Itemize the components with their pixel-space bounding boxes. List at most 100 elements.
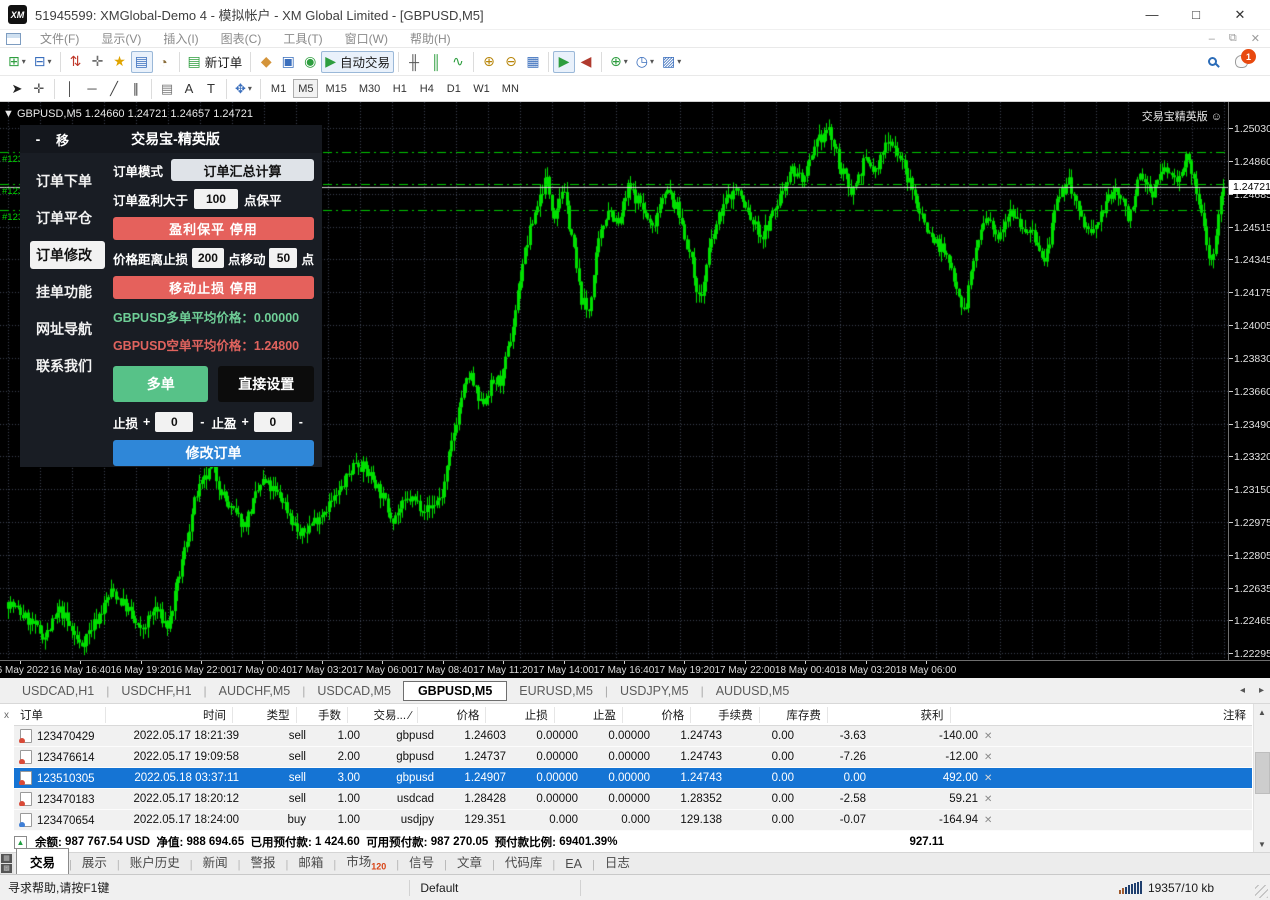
bar-chart-icon[interactable]: ╫ [403, 51, 425, 73]
table-row[interactable]: 1235103052022.05.18 03:37:11sell3.00gbpu… [14, 768, 1252, 789]
trendline-icon[interactable]: ╱ [103, 78, 125, 100]
ea-sidebar-item-0[interactable]: 订单下单 [30, 167, 105, 195]
terminal-tab-10[interactable]: EA [555, 855, 592, 874]
profit-threshold-input[interactable] [194, 189, 238, 209]
time-axis[interactable]: 16 May 202216 May 16:4016 May 19:2016 Ma… [0, 660, 1270, 678]
tp-minus-button[interactable]: - [299, 415, 303, 429]
chart-tab-USDCHF-H1[interactable]: USDCHF,H1 [109, 682, 203, 700]
templates-icon[interactable]: ▨▾ [658, 51, 685, 73]
terminal-icon[interactable]: ▣ [277, 51, 299, 73]
column-header-3[interactable]: 手数 [296, 707, 347, 723]
terminal-tab-3[interactable]: 新闻 [193, 850, 238, 874]
new-chart-icon-dropdown[interactable]: ▾ [22, 57, 26, 66]
timeframe-H4[interactable]: H4 [414, 79, 439, 98]
sl-plus-button[interactable]: + [143, 415, 150, 429]
ea-sidebar-item-5[interactable]: 联系我们 [30, 352, 105, 380]
chart-shift-icon[interactable]: ◀ [575, 51, 597, 73]
table-row[interactable]: 1234706542022.05.17 18:24:00buy1.00usdjp… [14, 810, 1252, 831]
column-header-7[interactable]: 止盈 [554, 707, 622, 723]
timeframe-MN[interactable]: MN [497, 79, 524, 98]
chart-tab-AUDUSD-M5[interactable]: AUDUSD,M5 [704, 682, 802, 700]
search-icon[interactable] [1208, 57, 1217, 66]
ea-sidebar-item-1[interactable]: 订单平仓 [30, 204, 105, 232]
arrows-icon[interactable]: ✥▾ [231, 78, 256, 100]
tabs-scroll-right-icon[interactable]: ▸ [1259, 685, 1264, 696]
table-row[interactable]: 1234701832022.05.17 18:20:12sell1.00usdc… [14, 789, 1252, 810]
maximize-button[interactable]: □ [1174, 1, 1218, 29]
column-header-12[interactable]: 注释 [950, 707, 1253, 723]
close-position-icon[interactable]: ✕ [984, 752, 1002, 763]
zoom-out-icon[interactable]: ⊖ [500, 51, 522, 73]
menu-item-3[interactable]: 图表(C) [210, 30, 273, 47]
column-header-9[interactable]: 手续费 [690, 707, 758, 723]
ea-sidebar-item-2[interactable]: 订单修改 [30, 241, 105, 269]
timeframe-M30[interactable]: M30 [354, 79, 385, 98]
terminal-tab-11[interactable]: 日志 [595, 850, 640, 874]
resize-grip[interactable] [1255, 885, 1268, 898]
scroll-thumb[interactable] [1255, 752, 1270, 794]
notifications-icon[interactable]: 1 [1235, 55, 1248, 68]
horizontal-line-icon[interactable]: ─ [81, 78, 103, 100]
column-header-4[interactable]: 交易... ∕ [347, 707, 417, 723]
tabs-scroll-left-icon[interactable]: ◂ [1240, 685, 1245, 696]
direct-set-button[interactable]: 直接设置 [218, 366, 314, 402]
new-order-button[interactable]: ▤新订单 [184, 51, 247, 73]
new-chart-icon[interactable]: ⊞▾ [4, 51, 30, 73]
long-orders-button[interactable]: 多单 [113, 366, 209, 402]
indicators-icon-dropdown[interactable]: ▾ [624, 57, 628, 66]
scroll-up-icon[interactable]: ▲ [1254, 704, 1270, 720]
sl-input[interactable] [155, 412, 193, 432]
line-chart-icon[interactable]: ∿ [447, 51, 469, 73]
channel-icon[interactable]: ∥ [125, 78, 147, 100]
navigator-icon[interactable]: ★ [109, 51, 131, 73]
modify-order-button[interactable]: 修改订单 [113, 440, 314, 466]
terminal-scrollbar[interactable]: ▲ ▼ [1253, 704, 1270, 852]
close-position-icon[interactable]: ✕ [984, 815, 1002, 826]
data-window-icon[interactable]: ✛ [87, 51, 109, 73]
chart-tab-GBPUSD-M5[interactable]: GBPUSD,M5 [403, 681, 507, 701]
fibonacci-icon[interactable]: ▤ [156, 78, 178, 100]
zoom-in-icon[interactable]: ⊕ [478, 51, 500, 73]
terminal-tab-4[interactable]: 警报 [241, 850, 286, 874]
column-header-11[interactable]: 获利 [827, 707, 950, 723]
close-button[interactable]: ✕ [1218, 1, 1262, 29]
timeframe-W1[interactable]: W1 [468, 79, 495, 98]
terminal-tab-5[interactable]: 邮箱 [288, 850, 333, 874]
panel-icon-top[interactable]: ▦ [1, 854, 12, 863]
terminal-tab-9[interactable]: 代码库 [495, 850, 553, 874]
terminal-tab-7[interactable]: 信号 [399, 850, 444, 874]
ea-sidebar-item-3[interactable]: 挂单功能 [30, 278, 105, 306]
price-axis[interactable]: 1.250301.248601.246851.245151.243451.241… [1228, 102, 1270, 660]
column-header-8[interactable]: 价格 [622, 707, 690, 723]
timeframe-H1[interactable]: H1 [387, 79, 412, 98]
menu-item-4[interactable]: 工具(T) [272, 30, 333, 47]
tp-input[interactable] [254, 412, 292, 432]
auto-scroll-icon[interactable]: ▶ [553, 51, 575, 73]
column-header-0[interactable]: 订单 [14, 707, 105, 723]
mdi-minimize-button[interactable]: – [1209, 33, 1215, 45]
ea-sidebar-item-4[interactable]: 网址导航 [30, 315, 105, 343]
chart-tab-AUDCHF-M5[interactable]: AUDCHF,M5 [207, 682, 303, 700]
close-position-icon[interactable]: ✕ [984, 794, 1002, 805]
menu-item-0[interactable]: 文件(F) [29, 30, 90, 47]
tile-windows-icon[interactable]: ▦ [522, 51, 544, 73]
menu-item-2[interactable]: 插入(I) [152, 30, 209, 47]
chart-tab-USDCAD-M5[interactable]: USDCAD,M5 [305, 682, 403, 700]
column-header-1[interactable]: 时间 [105, 707, 232, 723]
market-watch-icon[interactable]: ⇅ [65, 51, 87, 73]
terminal-tab-8[interactable]: 文章 [447, 850, 492, 874]
timeframe-M15[interactable]: M15 [320, 79, 351, 98]
sl-minus-button[interactable]: - [200, 415, 204, 429]
templates-icon-dropdown[interactable]: ▾ [677, 57, 681, 66]
text-icon[interactable]: A [178, 78, 200, 100]
column-header-6[interactable]: 止损 [485, 707, 553, 723]
close-position-icon[interactable]: ✕ [984, 773, 1002, 784]
chart-tab-USDCAD-H1[interactable]: USDCAD,H1 [10, 682, 106, 700]
column-header-10[interactable]: 库存费 [759, 707, 827, 723]
ea-panel-header[interactable]: - 移 交易宝-精英版 [20, 125, 322, 153]
terminal-tab-2[interactable]: 账户历史 [120, 850, 190, 874]
trailing-step-input[interactable] [269, 248, 297, 268]
terminal-tab-1[interactable]: 展示 [72, 850, 117, 874]
mdi-close-button[interactable]: ✕ [1251, 32, 1260, 45]
terminal-close-icon[interactable]: x [4, 710, 9, 721]
